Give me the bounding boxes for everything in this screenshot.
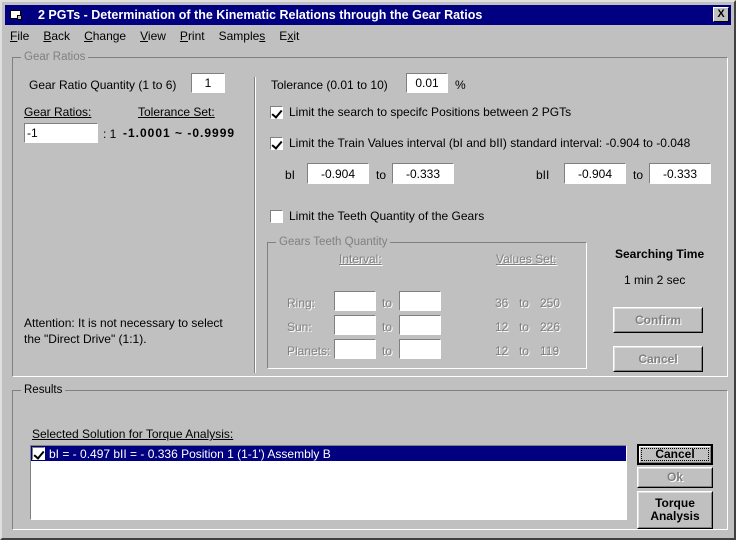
document-icon [8,8,24,22]
teeth-planets-from-input[interactable] [334,339,376,359]
bI-label: bI [285,168,296,182]
limit-positions-checkbox-row[interactable]: Limit the search to specifc Positions be… [270,105,571,119]
searching-time-title: Searching Time [615,247,705,261]
limit-teeth-checkbox-row[interactable]: Limit the Teeth Quantity of the Gears [270,209,484,223]
menu-item-exit[interactable]: Exit [279,29,299,43]
menu-item-change[interactable]: Change [84,29,126,43]
bII-to-label: to [633,168,644,182]
tolerance-set-header: Tolerance Set: [138,105,215,119]
solution-text: bI = - 0.497 bII = - 0.336 Position 1 (1… [49,446,331,461]
selected-solution-label: Selected Solution for Torque Analysis: [32,427,234,441]
results-ok-label: Ok [666,470,683,484]
teeth-row-planets-label: Planets: [287,344,331,358]
teeth-planets-to-input[interactable] [399,339,441,359]
close-button[interactable]: X [713,7,729,22]
limit-teeth-label: Limit the Teeth Quantity of the Gears [289,209,485,223]
menu-bar: FFileile Back Change View Print Samples … [5,27,731,45]
teeth-ring-set-to-label: to [519,296,530,310]
menu-item-view[interactable]: View [140,29,166,43]
limit-train-values-label: Limit the Train Values interval (bI and … [289,136,691,150]
confirm-button[interactable]: Confirm [613,307,703,333]
teeth-ring-from-input[interactable] [334,291,376,311]
teeth-sun-to-label: to [382,320,393,334]
menu-item-back[interactable]: Back [43,29,70,43]
teeth-ring-set-from: 36 [495,296,509,310]
bII-to-input[interactable]: -0.333 [649,163,711,184]
confirm-button-label: Confirm [635,312,681,327]
bI-to-label: to [376,168,387,182]
teeth-interval-header: Interval: [339,252,382,266]
teeth-planets-set-to-label: to [519,344,530,358]
attention-line-2: the "Direct Drive" (1:1). [24,332,147,346]
gear-ratio-suffix: : 1 [103,127,117,141]
teeth-ring-to-label: to [382,296,393,310]
title-bar: 2 PGTs - Determination of the Kinematic … [5,5,731,25]
teeth-planets-to-label: to [382,344,393,358]
limit-train-values-checkbox[interactable] [270,136,283,150]
list-item[interactable]: bI = - 0.497 bII = - 0.336 Position 1 (1… [31,446,626,461]
cancel-search-button[interactable]: Cancel [613,346,703,372]
tolerance-input[interactable]: 0.01 [406,73,448,93]
teeth-ring-set-to: 250 [540,296,561,310]
application-window: 2 PGTs - Determination of the Kinematic … [0,0,736,540]
bI-to-input[interactable]: -0.333 [392,163,454,184]
teeth-sun-set-to: 226 [540,320,561,334]
results-cancel-button[interactable]: Cancel [637,444,713,465]
searching-time-value: 1 min 2 sec [624,273,686,287]
menu-item-print[interactable]: Print [180,29,205,43]
torque-analysis-button[interactable]: Torque Analysis [637,491,713,529]
gear-ratios-header: Gear Ratios: [24,105,92,119]
teeth-sun-set-from: 12 [495,320,509,334]
teeth-sun-to-input[interactable] [399,315,441,335]
tolerance-unit-label: % [455,78,466,92]
panel-divider [254,77,256,373]
teeth-row-ring-label: Ring: [287,296,316,310]
bII-label: bII [536,168,550,182]
tolerance-label: Tolerance (0.01 to 10) [271,78,388,92]
cancel-search-button-label: Cancel [638,351,678,366]
gear-ratio-quantity-input[interactable]: 1 [191,73,225,93]
menu-item-samples[interactable]: Samples [219,29,266,43]
teeth-ring-to-input[interactable] [399,291,441,311]
limit-teeth-checkbox[interactable] [270,209,283,223]
solutions-listbox[interactable]: bI = - 0.497 bII = - 0.336 Position 1 (1… [30,445,627,520]
bI-from-input[interactable]: -0.904 [307,163,369,184]
gear-ratios-legend: Gear Ratios [21,51,89,63]
teeth-sun-set-to-label: to [519,320,530,334]
solution-checkbox[interactable] [32,447,45,460]
attention-line-1: Attention: It is not necessary to select [24,316,223,330]
teeth-row-sun-label: Sun: [287,320,312,334]
results-cancel-label: Cancel [655,447,695,461]
limit-positions-checkbox[interactable] [270,105,283,119]
teeth-values-set-header: Values Set: [496,252,557,266]
teeth-planets-set-to: 119 [540,344,560,358]
gear-ratio-1-input[interactable]: -1 [24,123,98,143]
results-ok-button[interactable]: Ok [637,467,713,488]
teeth-sun-from-input[interactable] [334,315,376,335]
results-legend: Results [21,384,66,396]
torque-analysis-label-2: Analysis [650,509,700,523]
gear-ratio-quantity-label: Gear Ratio Quantity (1 to 6) [29,78,177,92]
window-title: 2 PGTs - Determination of the Kinematic … [38,8,483,22]
teeth-planets-set-from: 12 [495,344,509,358]
tolerance-set-value: -1.0001 ~ -0.9999 [123,126,236,140]
limit-positions-label: Limit the search to specifc Positions be… [289,105,572,119]
gears-teeth-quantity-legend: Gears Teeth Quantity [276,236,391,248]
bII-from-input[interactable]: -0.904 [564,163,626,184]
menu-item-file[interactable]: FFileile [10,29,29,43]
limit-train-values-checkbox-row[interactable]: Limit the Train Values interval (bI and … [270,136,690,150]
